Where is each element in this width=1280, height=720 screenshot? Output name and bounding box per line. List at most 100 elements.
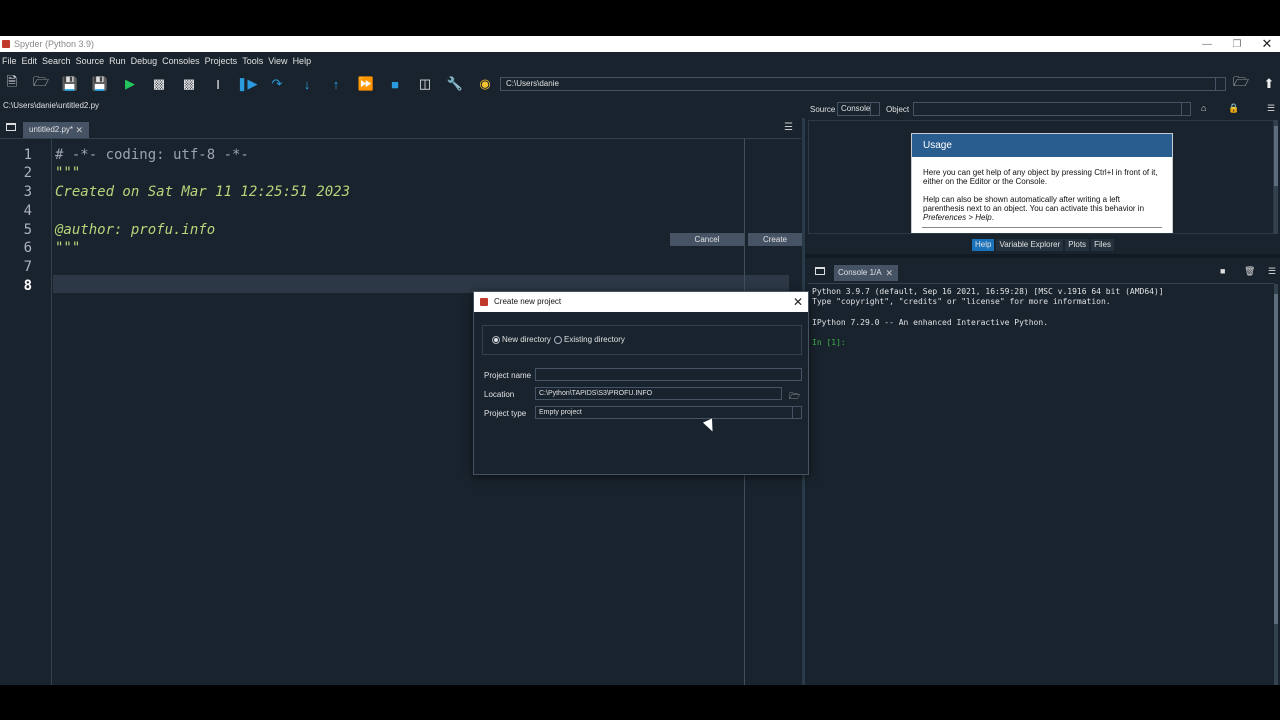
console-tab-bar: Console 1/A ✕ ■ 🗑 ☰	[806, 262, 1280, 282]
home-icon[interactable]: ⌂	[1201, 103, 1206, 113]
source-label: Source	[810, 105, 836, 114]
project-type-select[interactable]: Empty project	[535, 406, 802, 419]
help-viewer: Usage Here you can get help of any objec…	[808, 120, 1274, 234]
pane-options-icon[interactable]	[815, 267, 825, 275]
dialog-title: Create new project	[494, 297, 562, 306]
usage-title: Usage	[912, 134, 1172, 157]
working-directory-combo[interactable]: C:\Users\danie	[500, 77, 1226, 91]
browse-folder-icon[interactable]: 🗁	[789, 389, 800, 405]
help-pane-tabs: Help Variable Explorer Plots Files	[806, 239, 1280, 253]
step-icon[interactable]: ↷	[268, 75, 286, 93]
console-scrollbar[interactable]	[1274, 284, 1278, 685]
source-combo[interactable]: Console	[837, 102, 880, 116]
code-line: # -*- coding: utf-8 -*-	[55, 147, 249, 163]
menu-debug[interactable]: Debug	[131, 56, 158, 66]
step-return-icon[interactable]: ↑	[327, 75, 345, 93]
menu-projects[interactable]: Projects	[205, 56, 238, 66]
current-line-number: 8	[23, 278, 32, 294]
scrollbar-thumb[interactable]	[1274, 294, 1278, 624]
preferences-wrench-icon[interactable]: 🔧	[446, 75, 464, 93]
usage-text-part: Help can also be shown automatically aft…	[923, 195, 1145, 213]
editor-tab-untitled2[interactable]: untitled2.py* ✕	[23, 122, 89, 138]
browse-folder-icon[interactable]: 🗁	[1232, 74, 1250, 93]
close-tab-icon[interactable]: ✕	[885, 265, 893, 281]
close-dialog-icon[interactable]: ✕	[793, 292, 803, 312]
run-cell-advance-icon[interactable]: ▩	[180, 75, 198, 93]
console-output: IPython 7.29.0 -- An enhanced Interactiv…	[812, 318, 1049, 327]
continue-icon[interactable]: ⏩	[357, 75, 375, 93]
tab-variable-explorer[interactable]: Variable Explorer	[996, 239, 1064, 251]
pane-options-icon[interactable]	[6, 123, 16, 131]
window-title: Spyder (Python 3.9)	[14, 39, 95, 49]
menu-view[interactable]: View	[268, 56, 287, 66]
cancel-button[interactable]: Cancel	[670, 233, 744, 246]
run-selection-icon[interactable]: I	[209, 75, 227, 93]
stop-debug-icon[interactable]: ■	[386, 75, 404, 93]
chevron-down-icon[interactable]	[1215, 78, 1225, 90]
tab-help[interactable]: Help	[972, 239, 995, 251]
close-tab-icon[interactable]: ✕	[75, 122, 83, 138]
radio-unselected-icon[interactable]	[554, 335, 562, 344]
project-name-input[interactable]	[535, 368, 802, 381]
code-line: """	[55, 165, 81, 181]
step-into-icon[interactable]: ↓	[298, 75, 316, 93]
help-scrollbar[interactable]	[1274, 120, 1278, 234]
menu-consoles[interactable]: Consoles	[162, 56, 200, 66]
open-file-icon[interactable]: 🗁	[32, 74, 50, 93]
lock-icon[interactable]: 🔒	[1228, 103, 1239, 114]
pane-splitter[interactable]	[806, 254, 1280, 258]
save-icon[interactable]: 💾	[61, 75, 79, 93]
parent-directory-icon[interactable]: ⬆	[1260, 75, 1278, 93]
run-cell-icon[interactable]: ▩	[150, 75, 168, 93]
tab-plots[interactable]: Plots	[1065, 239, 1090, 251]
python-path-icon[interactable]: ◉	[476, 75, 494, 93]
debug-icon[interactable]: ❚▶	[237, 75, 258, 93]
spyder-window: Spyder (Python 3.9) — ❐ ✕ File Edit Sear…	[0, 36, 1280, 685]
radio-selected-icon[interactable]	[492, 335, 500, 344]
minimize-icon[interactable]: —	[1192, 36, 1222, 52]
console-tab[interactable]: Console 1/A ✕	[834, 265, 898, 281]
ipython-console[interactable]: Python 3.9.7 (default, Sep 16 2021, 16:5…	[808, 283, 1274, 685]
working-directory-value: C:\Users\danie	[506, 79, 559, 88]
menu-source[interactable]: Source	[76, 56, 105, 66]
tab-files[interactable]: Files	[1091, 239, 1114, 251]
menu-edit[interactable]: Edit	[22, 56, 38, 66]
hamburger-menu-icon[interactable]: ☰	[1267, 103, 1275, 114]
dialog-title-bar: Create new project ✕	[474, 292, 808, 312]
menu-run[interactable]: Run	[109, 56, 126, 66]
radio-existing-directory[interactable]: Existing directory	[554, 335, 625, 344]
line-number: 3	[23, 184, 32, 200]
code-line: """	[55, 240, 81, 256]
save-all-icon[interactable]: 💾	[91, 75, 109, 93]
stop-kernel-icon[interactable]: ■	[1220, 266, 1225, 276]
create-button[interactable]: Create	[748, 233, 802, 246]
menu-tools[interactable]: Tools	[242, 56, 263, 66]
chevron-down-icon[interactable]	[870, 103, 879, 115]
project-type-value: Empty project	[539, 409, 582, 416]
console-output: Type "copyright", "credits" or "license"…	[812, 297, 1111, 306]
scrollbar-thumb[interactable]	[1274, 126, 1278, 186]
hamburger-menu-icon[interactable]: ☰	[1268, 266, 1276, 277]
object-combo[interactable]	[913, 102, 1191, 116]
divider	[922, 227, 1162, 228]
radio-new-directory[interactable]: New directory	[492, 335, 551, 344]
editor-file-path: C:\Users\danie\untitled2.py	[3, 101, 100, 110]
radio-new-directory-label: New directory	[502, 335, 551, 344]
project-name-label: Project name	[484, 371, 532, 380]
line-number: 7	[23, 259, 32, 275]
remove-variables-icon[interactable]: 🗑	[1244, 266, 1255, 277]
new-file-icon[interactable]: 🗎	[3, 74, 21, 93]
menu-file[interactable]: File	[2, 56, 17, 66]
hamburger-menu-icon[interactable]: ☰	[784, 122, 793, 133]
usage-text: Help can also be shown automatically aft…	[912, 195, 1172, 222]
location-input[interactable]: C:\Python\TAPIDS\S3\PROFU.INFO	[535, 387, 782, 400]
restore-icon[interactable]: ❐	[1222, 36, 1252, 52]
menu-search[interactable]: Search	[42, 56, 71, 66]
menu-help[interactable]: Help	[293, 56, 312, 66]
chevron-down-icon[interactable]	[1181, 103, 1190, 115]
maximize-pane-icon[interactable]: ◫	[416, 75, 434, 93]
console-prompt: In [1]:	[812, 338, 846, 347]
chevron-down-icon[interactable]	[792, 407, 801, 418]
close-window-icon[interactable]: ✕	[1252, 36, 1280, 52]
run-icon[interactable]: ▶	[121, 75, 139, 93]
